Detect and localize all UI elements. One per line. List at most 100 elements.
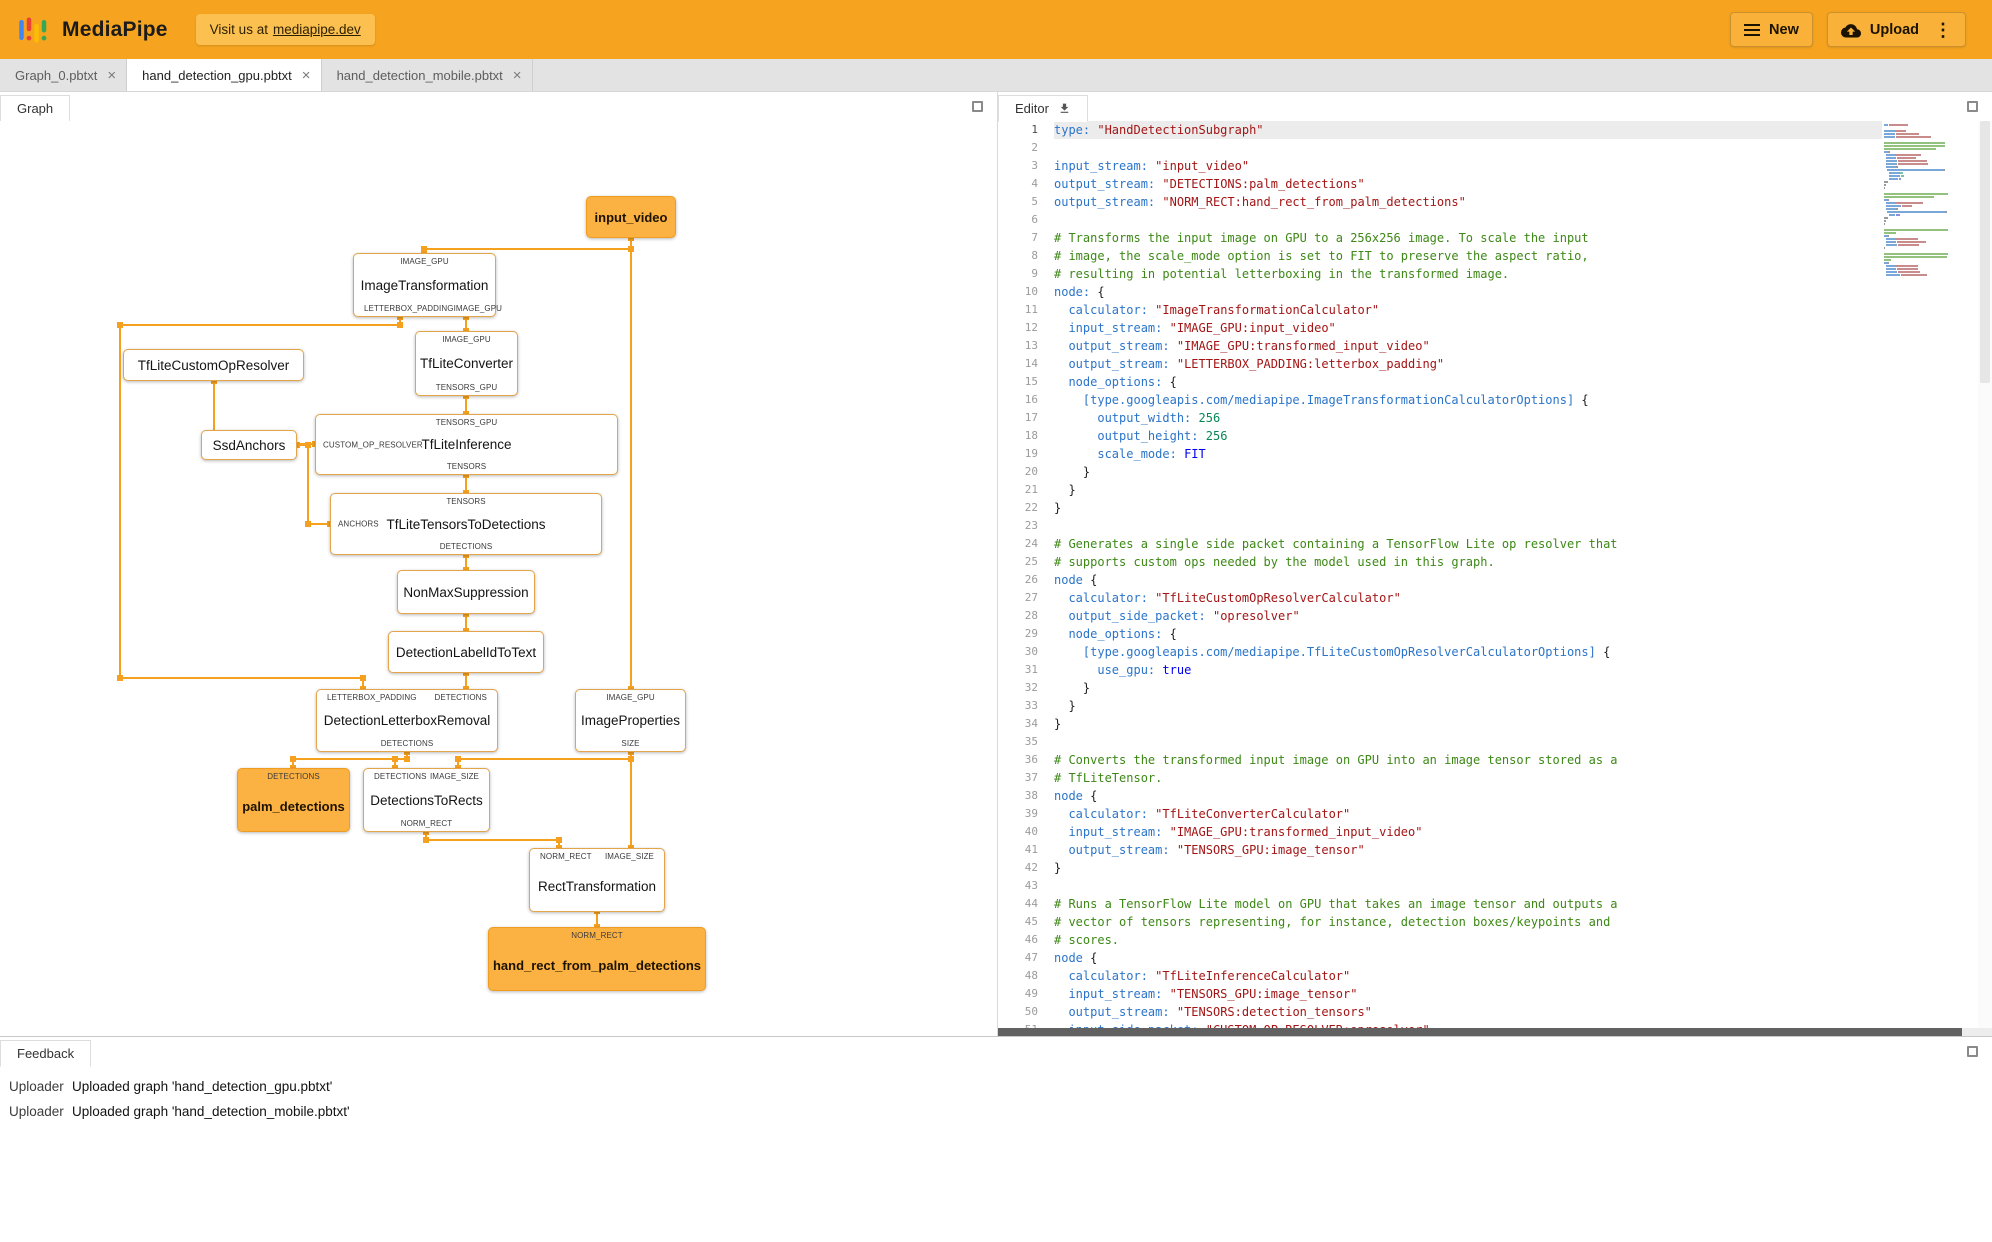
code-line: } [1054, 861, 1062, 875]
graph-node-SsdAnchors[interactable]: SsdAnchors [201, 430, 297, 460]
line-number: 42 [1024, 861, 1038, 874]
graph-panel-header: Graph [0, 92, 997, 122]
line-number: 4 [1031, 177, 1038, 190]
code-editor[interactable]: 1 2 3 4 5 6 7 8 9 10 11 12 13 14 15 16 17 18 19 20 21 22 23 24 2… [998, 121, 1992, 1028]
file-tab-bar: Graph_0.pbtxt × hand_detection_gpu.pbtxt × h… [0, 59, 1992, 92]
node-title: RectTransformation [537, 878, 657, 894]
line-number: 34 [1024, 717, 1038, 730]
graph-node-TfLiteConverter[interactable]: IMAGE_GPU TfLiteConverter TENSORS_GPU [415, 331, 518, 396]
graph-node-ImageTransformation[interactable]: IMAGE_GPU ImageTransformation LETTERBOX_PA… [353, 253, 502, 317]
node-title: palm_detections [242, 798, 345, 814]
code-line: input_stream: "TENSORS_GPU:image_tensor" [1068, 987, 1358, 1001]
line-number: 1 [1031, 123, 1038, 136]
feedback-source: Uploader [9, 1104, 64, 1119]
graph-node-TfLiteInference[interactable]: TENSORS_GPU TfLiteInference TENSORS CUSTOM_… [315, 414, 618, 475]
code-line: # vector of tensors representing, for in… [1054, 915, 1611, 929]
line-number: 9 [1031, 267, 1038, 280]
graph-tab[interactable]: Graph [0, 95, 71, 122]
line-number: 40 [1024, 825, 1038, 838]
line-number: 23 [1024, 519, 1038, 532]
feedback-entry: Uploader Uploaded graph 'hand_detection_m… [0, 1099, 1992, 1124]
code-lines[interactable]: type: "HandDetectionSubgraph" input_strea… [1054, 121, 1882, 1028]
node-title: DetectionLetterboxRemoval [323, 713, 491, 728]
line-number: 22 [1024, 501, 1038, 514]
mediapipe-link[interactable]: mediapipe.dev [273, 22, 361, 37]
code-line: output_height: 256 [1097, 429, 1228, 443]
graph-node-DetectionLabelIdToText[interactable]: DetectionLabelIdToText [388, 631, 544, 673]
upload-button[interactable]: Upload ⋮ [1826, 12, 1966, 47]
port-label: LETTERBOX_PADDING [364, 304, 454, 313]
code-line: type: "HandDetectionSubgraph" [1054, 121, 1882, 139]
graph-node-TfLiteCustomOpResolver[interactable]: TfLiteCustomOpResolver [123, 349, 304, 381]
file-tab-label: hand_detection_gpu.pbtxt [142, 67, 292, 83]
file-tab[interactable]: hand_detection_gpu.pbtxt × [127, 59, 322, 91]
graph-node-NonMaxSuppression[interactable]: NonMaxSuppression [397, 570, 535, 614]
port-label: DETECTIONS [439, 542, 493, 551]
graph-node-palm_detections[interactable]: DETECTIONS palm_detections [237, 768, 350, 832]
file-tab-label: hand_detection_mobile.pbtxt [336, 67, 503, 83]
new-button[interactable]: New [1730, 12, 1813, 47]
line-number: 35 [1024, 735, 1038, 748]
code-line: } [1054, 681, 1091, 695]
kebab-menu-icon[interactable]: ⋮ [1934, 21, 1952, 39]
feedback-log: Uploader Uploaded graph 'hand_detection_g… [0, 1066, 1992, 1124]
line-number: 21 [1024, 483, 1038, 496]
graph-node-TfLiteTensorsToDetections[interactable]: TENSORS TfLiteTensorsToDetections DETECTIO… [330, 493, 602, 555]
graph-canvas[interactable]: input_video IMAGE_GPU ImageTransformation L… [0, 121, 997, 1036]
code-line: use_gpu: true [1097, 663, 1192, 677]
tab-close-icon[interactable]: × [302, 68, 311, 83]
editor-tab-label: Editor [1015, 101, 1049, 116]
popout-icon[interactable] [1967, 101, 1978, 112]
line-number: 38 [1024, 789, 1038, 802]
tab-close-icon[interactable]: × [107, 68, 116, 83]
menu-icon [1744, 23, 1761, 37]
new-button-label: New [1769, 21, 1799, 38]
line-number: 50 [1024, 1005, 1038, 1018]
code-line: output_width: 256 [1097, 411, 1221, 425]
graph-node-input_video[interactable]: input_video [586, 196, 676, 238]
code-line: # Generates a single side packet contain… [1054, 537, 1618, 551]
port-label: NORM_RECT [540, 852, 592, 861]
line-number: 2 [1031, 141, 1038, 154]
file-tab[interactable]: hand_detection_mobile.pbtxt × [322, 59, 533, 91]
code-line: node { [1054, 573, 1098, 587]
code-line: calculator: "TfLiteInferenceCalculator" [1068, 969, 1351, 983]
file-tab[interactable]: Graph_0.pbtxt × [0, 59, 128, 91]
line-number: 8 [1031, 249, 1038, 262]
line-number: 24 [1024, 537, 1038, 550]
popout-icon[interactable] [972, 101, 983, 112]
popout-icon[interactable] [1967, 1046, 1978, 1057]
vertical-scrollbar[interactable] [1978, 121, 1992, 1028]
line-number: 16 [1024, 393, 1038, 406]
port-label: TENSORS_GPU [435, 418, 498, 427]
line-number: 47 [1024, 951, 1038, 964]
download-icon[interactable] [1058, 102, 1071, 115]
line-number: 6 [1031, 213, 1038, 226]
graph-tab-label: Graph [17, 101, 54, 116]
horizontal-scrollbar[interactable] [998, 1028, 1992, 1036]
code-line: } [1054, 483, 1076, 497]
graph-node-DetectionsToRects[interactable]: DETECTIONS IMAGE_SIZE DetectionsToRects NOR… [363, 768, 490, 832]
code-line: # Runs a TensorFlow Lite model on GPU th… [1054, 897, 1618, 911]
port-label: IMAGE_GPU [442, 335, 491, 344]
code-line: node { [1054, 789, 1098, 803]
feedback-tab[interactable]: Feedback [0, 1040, 92, 1067]
graph-node-hand_rect_from_palm_detections[interactable]: NORM_RECT hand_rect_from_palm_detections [488, 927, 706, 991]
graph-node-DetectionLetterboxRemoval[interactable]: LETTERBOX_PADDING DETECTIONS DetectionLett… [316, 689, 498, 752]
visit-badge: Visit us at mediapipe.dev [195, 14, 375, 45]
port-label: TENSORS [446, 497, 486, 506]
line-number: 25 [1024, 555, 1038, 568]
code-line: input_stream: "IMAGE_GPU:input_video" [1068, 321, 1336, 335]
port-label: DETECTIONS [380, 739, 434, 748]
code-line: output_stream: "IMAGE_GPU:transformed_in… [1068, 339, 1430, 353]
graph-node-ImageProperties[interactable]: IMAGE_GPU ImageProperties SIZE [575, 689, 686, 752]
editor-tab[interactable]: Editor [998, 95, 1088, 122]
minimap[interactable] [1882, 121, 1978, 1028]
tab-close-icon[interactable]: × [513, 68, 522, 83]
line-number: 19 [1024, 447, 1038, 460]
node-title: ImageProperties [580, 713, 681, 728]
graph-node-RectTransformation[interactable]: NORM_RECT IMAGE_SIZE RectTransformation [529, 848, 665, 912]
